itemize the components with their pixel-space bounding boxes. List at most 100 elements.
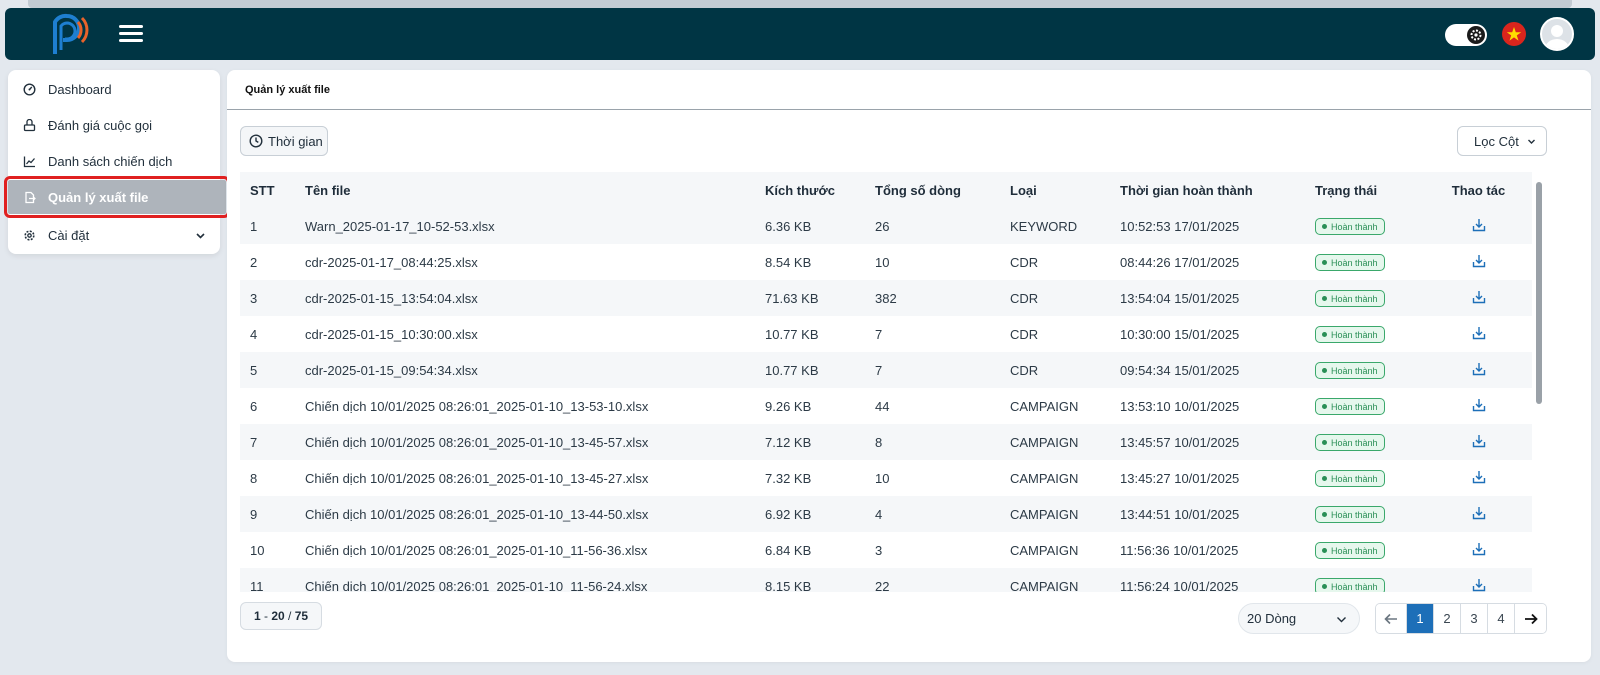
theme-toggle[interactable] [1445, 24, 1487, 46]
status-cell: Hoàn thành [1305, 244, 1425, 280]
table-cell: 26 [875, 218, 890, 234]
table-cell: 10 [875, 254, 890, 270]
download-icon[interactable] [1472, 218, 1486, 232]
status-dot-icon [1322, 296, 1327, 301]
table-cell: 382 [875, 290, 897, 306]
table-cell: 3 [250, 290, 258, 306]
table-row[interactable]: 5 cdr-2025-01-15_09:54:34.xlsx 10.77 KB 7 CD… [240, 352, 1532, 388]
table-row[interactable]: 10 Chiến dịch 10/01/2025 08:26:01_2025-01… [240, 532, 1532, 568]
column-header[interactable]: Thời gian hoàn thành [1110, 172, 1305, 208]
table-cell: CAMPAIGN [1010, 434, 1079, 450]
status-text: Hoàn thành [1331, 437, 1378, 448]
table-cell: 8.15 KB [765, 578, 812, 593]
table-cell: 8 [875, 434, 883, 450]
table-row[interactable]: 8 Chiến dịch 10/01/2025 08:26:01_2025-01-… [240, 460, 1532, 496]
table-cell: 1 [250, 218, 258, 234]
settings-gear-icon [22, 228, 36, 242]
table-cell: 6.92 KB [765, 506, 812, 522]
status-text: Hoàn thành [1331, 365, 1378, 376]
column-header[interactable]: Loại [1000, 172, 1110, 208]
sidebar-item-file-export[interactable]: Quản lý xuất file [4, 176, 230, 218]
status-cell: Hoàn thành [1305, 532, 1425, 568]
download-icon[interactable] [1472, 362, 1486, 376]
chevron-down-icon [195, 229, 206, 244]
arrow-right-icon [1524, 613, 1538, 624]
download-icon[interactable] [1472, 326, 1486, 340]
table-cell: 13:45:57 10/01/2025 [1120, 434, 1240, 450]
table-cell: 3 [875, 542, 883, 558]
time-filter-button[interactable]: Thời gian [240, 126, 328, 156]
gear-icon [1467, 26, 1485, 44]
user-avatar-icon[interactable] [1540, 17, 1574, 51]
column-header[interactable]: STT [240, 172, 295, 208]
clock-icon [249, 134, 263, 148]
table-row[interactable]: 7 Chiến dịch 10/01/2025 08:26:01_2025-01-… [240, 424, 1532, 460]
download-icon[interactable] [1472, 398, 1486, 412]
page-title: Quản lý xuất file [245, 84, 330, 96]
table-row[interactable]: 9 Chiến dịch 10/01/2025 08:26:01_2025-01-… [240, 496, 1532, 532]
column-header[interactable]: Tổng số dòng [865, 172, 1000, 208]
status-badge: Hoàn thành [1315, 218, 1385, 235]
download-icon[interactable] [1472, 506, 1486, 520]
status-cell: Hoàn thành [1305, 424, 1425, 460]
column-header[interactable]: Kích thước [755, 172, 865, 208]
sidebar-menu: Dashboard Đánh giá cuộc gọi Danh sách ch… [4, 70, 230, 254]
download-icon[interactable] [1472, 254, 1486, 268]
file-export-table: STT Tên file Kích thước Tổng số dòng Loạ… [240, 172, 1546, 592]
download-icon[interactable] [1472, 542, 1486, 556]
table-row[interactable]: 2 cdr-2025-01-17_08:44:25.xlsx 8.54 KB 10 CD… [240, 244, 1532, 280]
next-page-button[interactable] [1515, 604, 1546, 633]
sidebar-item-campaigns[interactable]: Danh sách chiến dịch [8, 144, 220, 178]
page-button-4[interactable]: 4 [1488, 604, 1515, 633]
table-cell: cdr-2025-01-15_10:30:00.xlsx [305, 326, 478, 342]
table-cell: 11:56:36 10/01/2025 [1120, 542, 1239, 558]
action-cell [1425, 280, 1532, 316]
sidebar-item-dashboard[interactable]: Dashboard [8, 72, 220, 106]
action-cell [1425, 388, 1532, 424]
download-icon[interactable] [1472, 434, 1486, 448]
column-header[interactable]: Tên file [295, 172, 755, 208]
sidebar-item-label: Quản lý xuất file [48, 189, 149, 205]
table-cell: 11 [250, 578, 264, 593]
hamburger-icon[interactable] [119, 25, 143, 43]
p-signal-logo-icon[interactable] [45, 12, 91, 58]
action-cell [1425, 316, 1532, 352]
sidebar-item-settings[interactable]: Cài đặt [8, 218, 220, 252]
prev-page-button[interactable] [1376, 604, 1407, 633]
rows-per-page-select[interactable]: 20 Dòng [1238, 603, 1360, 634]
table-row[interactable]: 4 cdr-2025-01-15_10:30:00.xlsx 10.77 KB 7 CD… [240, 316, 1532, 352]
status-text: Hoàn thành [1331, 581, 1378, 592]
table-row[interactable]: 6 Chiến dịch 10/01/2025 08:26:01_2025-01-… [240, 388, 1532, 424]
status-dot-icon [1322, 440, 1327, 445]
table-cell: 09:54:34 15/01/2025 [1120, 362, 1240, 378]
vietnam-flag-icon[interactable] [1502, 22, 1526, 46]
table-cell: Chiến dịch 10/01/2025 08:26:01_2025-01-1… [305, 470, 649, 486]
column-header[interactable]: Trạng thái [1305, 172, 1425, 208]
download-icon[interactable] [1472, 470, 1486, 484]
table-cell: Chiến dịch 10/01/2025 08:26:01_2025-01-1… [305, 578, 648, 593]
range-end: 20 [271, 609, 285, 623]
sidebar-item-call-review[interactable]: Đánh giá cuộc gọi [8, 108, 220, 142]
download-icon[interactable] [1472, 578, 1486, 592]
table-cell: 8.54 KB [765, 254, 812, 270]
table-row[interactable]: 1 Warn_2025-01-17_10-52-53.xlsx 6.36 KB 26 K… [240, 208, 1532, 244]
main-content-card: Quản lý xuất file Thời gian Lọc Cột STT … [227, 70, 1591, 662]
table-scrollbar[interactable] [1533, 172, 1545, 592]
scrollbar-thumb[interactable] [1536, 182, 1542, 404]
status-text: Hoàn thành [1331, 473, 1378, 484]
table-row[interactable]: 11 Chiến dịch 10/01/2025 08:26:01_2025-01… [240, 568, 1532, 592]
page-button-3[interactable]: 3 [1461, 604, 1488, 633]
page-button-1[interactable]: 1 [1407, 604, 1434, 633]
status-cell: Hoàn thành [1305, 352, 1425, 388]
download-icon[interactable] [1472, 290, 1486, 304]
table-cell: 08:44:26 17/01/2025 [1120, 254, 1240, 270]
status-badge: Hoàn thành [1315, 254, 1385, 271]
page-button-2[interactable]: 2 [1434, 604, 1461, 633]
table-row[interactable]: 3 cdr-2025-01-15_13:54:04.xlsx 71.63 KB 382… [240, 280, 1532, 316]
table-cell: 13:44:51 10/01/2025 [1120, 506, 1240, 522]
arrow-left-icon [1384, 613, 1397, 624]
table-cell: 2 [250, 254, 258, 270]
column-filter-button[interactable]: Lọc Cột [1457, 126, 1547, 156]
column-header[interactable]: Thao tác [1425, 172, 1532, 208]
table-cell: 71.63 KB [765, 290, 819, 306]
